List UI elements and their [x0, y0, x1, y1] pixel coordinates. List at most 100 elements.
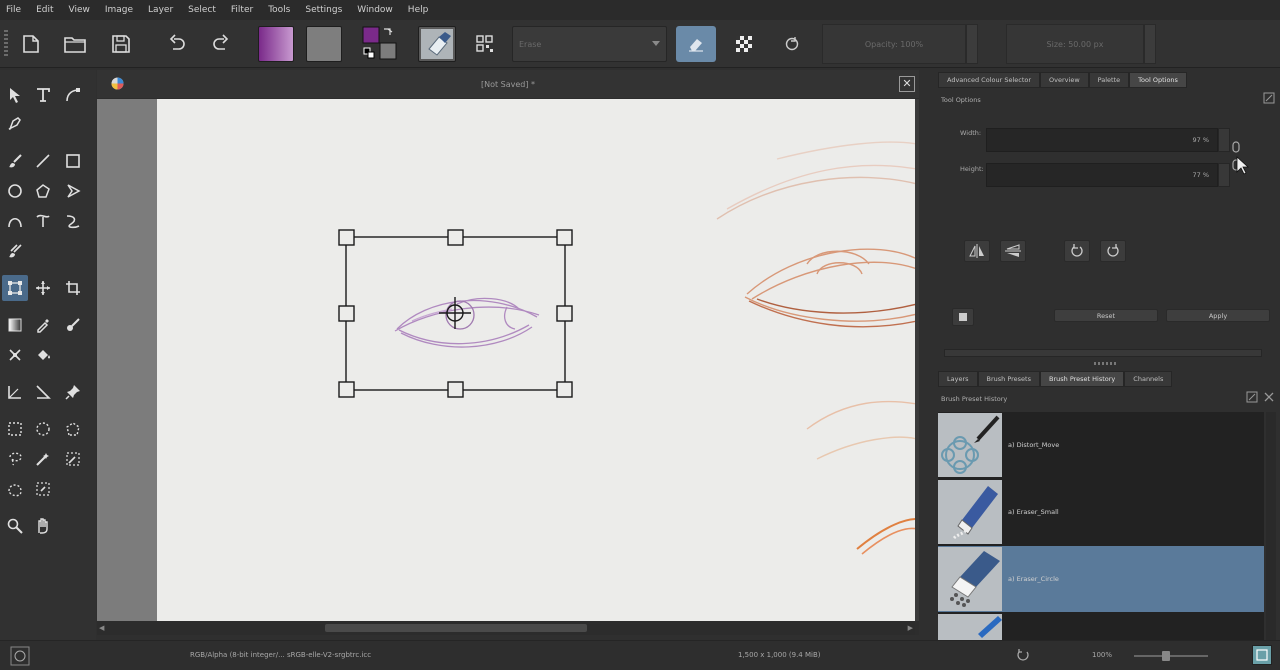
- menu-edit[interactable]: Edit: [36, 5, 53, 15]
- rotate-cw-button[interactable]: [1100, 240, 1126, 262]
- open-document-button[interactable]: [60, 26, 90, 62]
- freehand-path-tool[interactable]: [30, 208, 56, 234]
- menu-image[interactable]: Image: [105, 5, 133, 15]
- tab-advanced-colour-selector[interactable]: Advanced Colour Selector: [938, 72, 1041, 88]
- handle-bottom-left[interactable]: [338, 381, 355, 398]
- tab-channels[interactable]: Channels: [1124, 371, 1173, 387]
- handle-bottom[interactable]: [447, 381, 464, 398]
- tab-brush-presets[interactable]: Brush Presets: [977, 371, 1040, 387]
- list-item[interactable]: a) Distort_Move: [938, 412, 1264, 478]
- menu-window[interactable]: Window: [357, 5, 393, 15]
- canvas-horizontal-scrollbar[interactable]: ◀ ▶: [97, 621, 915, 635]
- tab-tool-options[interactable]: Tool Options: [1129, 72, 1187, 88]
- preserve-alpha-button[interactable]: [724, 26, 764, 62]
- handle-left[interactable]: [338, 305, 355, 322]
- float-history-icon[interactable]: [1246, 391, 1258, 403]
- canvas[interactable]: [97, 99, 915, 621]
- assistant-tool[interactable]: [2, 342, 28, 368]
- reference-images-tool[interactable]: [30, 379, 56, 405]
- scroll-right-icon[interactable]: ▶: [908, 624, 913, 632]
- menu-select[interactable]: Select: [188, 5, 216, 15]
- scrollbar-thumb[interactable]: [325, 624, 587, 632]
- tab-layers[interactable]: Layers: [938, 371, 978, 387]
- brush-history-scrollbar[interactable]: [1266, 412, 1276, 640]
- edit-shapes-tool[interactable]: [60, 82, 86, 108]
- color-picker-tool[interactable]: [30, 312, 56, 338]
- dock-splitter-grip[interactable]: [1094, 362, 1118, 365]
- contiguous-select-tool[interactable]: [30, 446, 56, 472]
- size-slider[interactable]: Size: 50.00 px: [1006, 24, 1144, 64]
- bezier-select-tool[interactable]: [2, 476, 28, 502]
- float-panel-icon[interactable]: [1263, 92, 1275, 104]
- eraser-mode-button[interactable]: [676, 26, 716, 62]
- smart-patch-tool[interactable]: [60, 312, 86, 338]
- color-swatches[interactable]: [362, 26, 400, 62]
- workspace-button[interactable]: [470, 26, 500, 62]
- crop-tool[interactable]: [60, 275, 86, 301]
- apply-button[interactable]: Apply: [1166, 309, 1270, 322]
- width-spin[interactable]: [1218, 128, 1230, 152]
- polygonal-select-tool[interactable]: [60, 416, 86, 442]
- list-item[interactable]: [938, 613, 1264, 640]
- zoom-slider[interactable]: [1134, 651, 1208, 661]
- handle-top-right[interactable]: [556, 229, 573, 246]
- menu-filter[interactable]: Filter: [231, 5, 253, 15]
- similar-select-tool[interactable]: [60, 446, 86, 472]
- rectangle-tool[interactable]: [60, 148, 86, 174]
- menu-help[interactable]: Help: [408, 5, 429, 15]
- brush-outline-icon[interactable]: [10, 646, 30, 666]
- menu-view[interactable]: View: [69, 5, 90, 15]
- menu-settings[interactable]: Settings: [305, 5, 342, 15]
- calligraphy-tool[interactable]: [2, 111, 28, 137]
- reset-button[interactable]: Reset: [1054, 309, 1158, 322]
- rotate-ccw-button[interactable]: [1064, 240, 1090, 262]
- magnetic-select-tool[interactable]: [30, 476, 56, 502]
- opacity-slider[interactable]: Opacity: 100%: [822, 24, 966, 64]
- canvas-only-toggle[interactable]: [1252, 645, 1272, 665]
- pattern-selector-button[interactable]: [306, 26, 342, 62]
- multibrush-tool[interactable]: [2, 238, 28, 264]
- handle-top-left[interactable]: [338, 229, 355, 246]
- opacity-spin[interactable]: [966, 24, 978, 64]
- menu-layer[interactable]: Layer: [148, 5, 173, 15]
- list-item[interactable]: a) Eraser_Small: [938, 479, 1264, 545]
- flip-vertical-button[interactable]: [1000, 240, 1026, 262]
- rectangular-select-tool[interactable]: [2, 416, 28, 442]
- pan-tool[interactable]: [30, 513, 56, 539]
- rotation-reset-icon[interactable]: [1016, 648, 1030, 662]
- text-tool[interactable]: [30, 82, 56, 108]
- toolbar-grip[interactable]: [4, 30, 8, 58]
- undo-button[interactable]: [162, 26, 192, 62]
- line-tool[interactable]: [30, 148, 56, 174]
- reload-preset-button[interactable]: [772, 26, 812, 62]
- new-document-button[interactable]: [16, 26, 46, 62]
- move-tool[interactable]: [30, 275, 56, 301]
- elliptical-select-tool[interactable]: [30, 416, 56, 442]
- handle-bottom-right[interactable]: [556, 381, 573, 398]
- gradient-selector-button[interactable]: [258, 26, 294, 62]
- scroll-left-icon[interactable]: ◀: [99, 624, 104, 632]
- polyline-tool[interactable]: [60, 178, 86, 204]
- list-item[interactable]: a) Eraser_Circle: [938, 546, 1264, 612]
- gradient-tool[interactable]: [2, 312, 28, 338]
- tool-options-scrollbar[interactable]: [944, 349, 1262, 357]
- fill-tool[interactable]: [30, 342, 56, 368]
- size-spin[interactable]: [1144, 24, 1156, 64]
- select-shapes-tool[interactable]: [2, 82, 28, 108]
- freehand-brush-tool[interactable]: [2, 148, 28, 174]
- canvas-vertical-scrollbar[interactable]: [915, 99, 919, 621]
- height-spin[interactable]: [1218, 163, 1230, 187]
- zoom-slider-handle[interactable]: [1162, 651, 1170, 661]
- close-history-icon[interactable]: [1263, 391, 1275, 403]
- transform-mode-button[interactable]: [952, 308, 974, 326]
- tab-palette[interactable]: Palette: [1088, 72, 1130, 88]
- redo-button[interactable]: [206, 26, 236, 62]
- transform-tool[interactable]: [2, 275, 28, 301]
- blending-mode-combo[interactable]: Erase: [512, 26, 667, 62]
- handle-top[interactable]: [447, 229, 464, 246]
- menu-tools[interactable]: Tools: [268, 5, 290, 15]
- bezier-tool[interactable]: [2, 208, 28, 234]
- zoom-tool[interactable]: [2, 513, 28, 539]
- width-field[interactable]: 97 %: [986, 128, 1218, 152]
- brush-preset-button[interactable]: [418, 26, 456, 62]
